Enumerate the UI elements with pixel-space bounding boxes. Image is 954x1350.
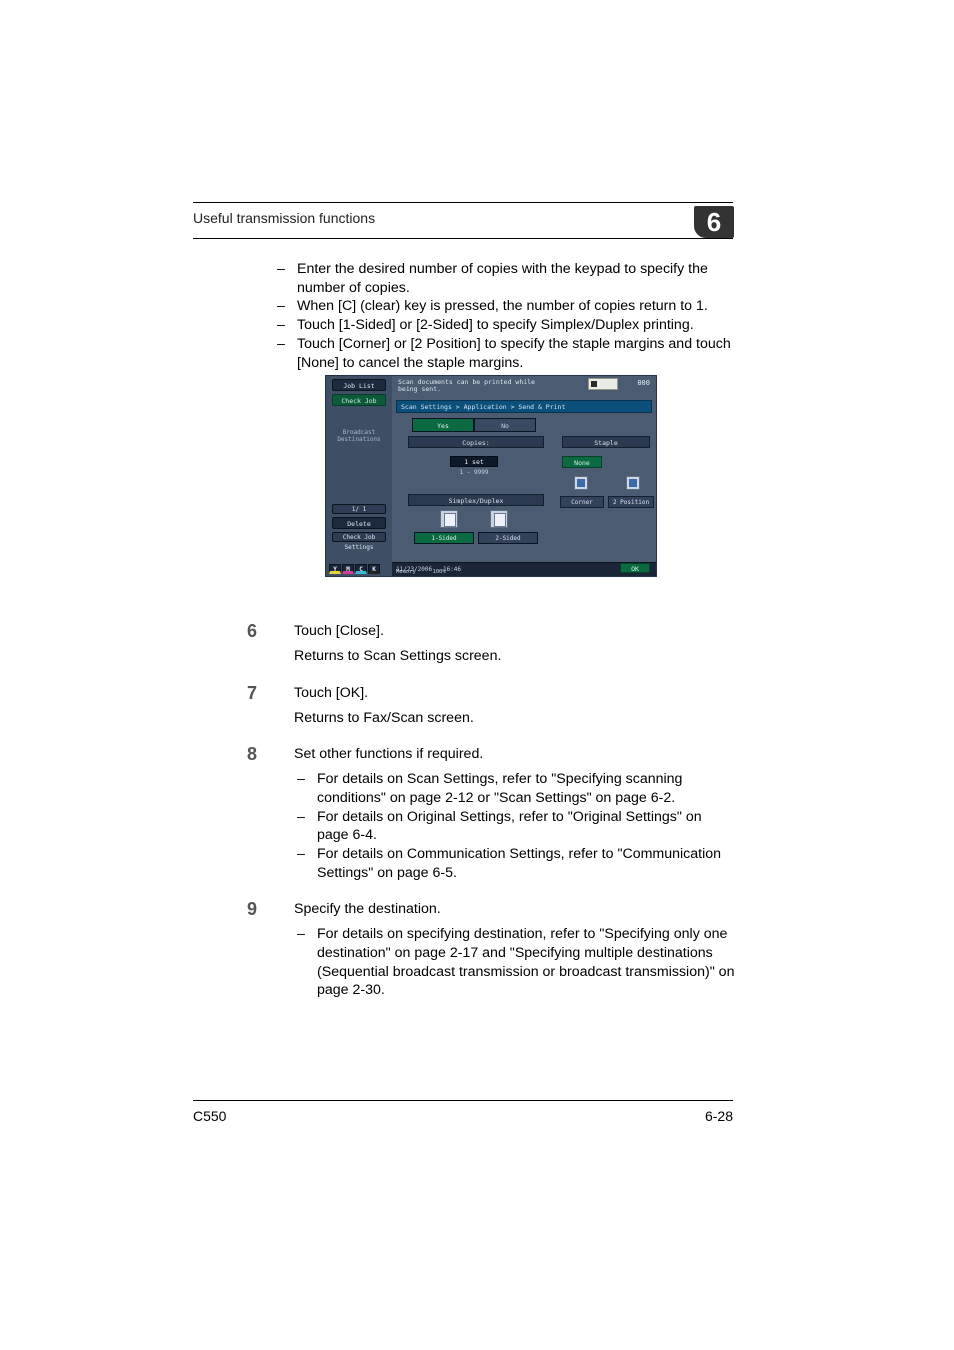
staple-heading: Staple: [562, 436, 650, 448]
check-job-settings-button[interactable]: Check JobSettings: [332, 532, 386, 542]
destination-count: 000: [637, 379, 650, 387]
step-6: 6 Touch [Close]. Returns to Scan Setting…: [247, 622, 735, 665]
footer-memory: Memory 100%: [396, 570, 446, 576]
step-bullet: For details on Scan Settings, refer to "…: [317, 770, 735, 807]
intro-bullet-list: Enter the desired number of copies with …: [247, 260, 735, 372]
step-bullet: For details on Original Settings, refer …: [317, 808, 735, 845]
page-indicator: 1/ 1: [332, 504, 386, 514]
step-9-bullets: For details on specifying destination, r…: [247, 925, 735, 1000]
footer-page-number: 6-28: [705, 1108, 733, 1124]
step-8: 8 Set other functions if required. For d…: [247, 745, 735, 882]
check-job-button[interactable]: Check Job: [332, 394, 386, 406]
step-number: 9: [247, 898, 257, 922]
step-9: 9 Specify the destination. For details o…: [247, 900, 735, 1000]
page-header-title: Useful transmission functions: [193, 210, 375, 226]
staple-none-button[interactable]: None: [562, 456, 602, 468]
no-button[interactable]: No: [474, 418, 536, 432]
step-subtext: Returns to Fax/Scan screen.: [294, 709, 735, 728]
broadcast-destinations-label: BroadcastDestinations: [326, 430, 392, 443]
step-number: 7: [247, 682, 257, 706]
step-text: Touch [OK].: [294, 684, 735, 703]
intro-bullet: Touch [1-Sided] or [2-Sided] to specify …: [297, 316, 735, 335]
toner-indicator: Y M C K: [329, 564, 380, 574]
intro-bullet: Touch [Corner] or [2 Position] to specif…: [297, 335, 735, 372]
staple-2position-icon[interactable]: [626, 476, 640, 490]
staple-corner-button[interactable]: Corner: [560, 496, 604, 508]
ok-button[interactable]: OK: [620, 563, 650, 573]
simplex-duplex-heading: Simplex/Duplex: [408, 494, 544, 506]
copies-range: 1 - 9999: [450, 469, 498, 476]
status-message: Scan documents can be printed while bein…: [398, 379, 535, 393]
screenshot-main: Scan documents can be printed while bein…: [392, 376, 656, 576]
chapter-number-badge: 6: [694, 206, 734, 238]
footer-model: C550: [193, 1108, 226, 1124]
breadcrumb: Scan Settings > Application > Send & Pri…: [396, 400, 652, 413]
header-rule-bottom: [193, 238, 733, 239]
delete-button[interactable]: Delete: [332, 517, 386, 529]
two-sided-button[interactable]: 2-Sided: [478, 532, 538, 544]
intro-bullet: When [C] (clear) key is pressed, the num…: [297, 297, 735, 316]
one-sided-button[interactable]: 1-Sided: [414, 532, 474, 544]
yes-button[interactable]: Yes: [412, 418, 474, 432]
step-number: 6: [247, 620, 257, 644]
toner-m-icon: M: [342, 564, 354, 574]
intro-bullet: Enter the desired number of copies with …: [297, 260, 735, 297]
footer-rule: [193, 1100, 733, 1101]
step-subtext: Returns to Scan Settings screen.: [294, 647, 735, 666]
step-text: Set other functions if required.: [294, 745, 735, 764]
yes-no-row: Yes No: [412, 418, 542, 432]
status-line-2: being sent.: [398, 385, 441, 393]
page: Useful transmission functions 6 Enter th…: [0, 0, 954, 1350]
two-sided-icon: [490, 510, 508, 528]
step-number: 8: [247, 743, 257, 767]
header-rule-top: [193, 202, 733, 203]
job-list-button[interactable]: Job List: [332, 379, 386, 391]
one-sided-icon: [440, 510, 458, 528]
staple-2position-button[interactable]: 2 Position: [608, 496, 654, 508]
copies-value: 1 set: [450, 456, 498, 467]
step-bullet: For details on Communication Settings, r…: [317, 845, 735, 882]
step-bullet: For details on specifying destination, r…: [317, 925, 735, 1000]
step-8-bullets: For details on Scan Settings, refer to "…: [247, 770, 735, 882]
step-text: Touch [Close].: [294, 622, 735, 641]
device-screenshot: Job List Check Job BroadcastDestinations…: [325, 375, 657, 577]
step-text: Specify the destination.: [294, 900, 735, 919]
toner-c-icon: C: [355, 564, 367, 574]
copies-heading: Copies:: [408, 436, 544, 448]
toner-y-icon: Y: [329, 564, 341, 574]
staple-corner-icon[interactable]: [574, 476, 588, 490]
body-content: Enter the desired number of copies with …: [247, 260, 735, 1000]
destination-meter-icon: [588, 378, 618, 390]
screenshot-sidebar: Job List Check Job BroadcastDestinations…: [326, 376, 392, 576]
step-7: 7 Touch [OK]. Returns to Fax/Scan screen…: [247, 684, 735, 727]
toner-k-icon: K: [368, 564, 380, 574]
